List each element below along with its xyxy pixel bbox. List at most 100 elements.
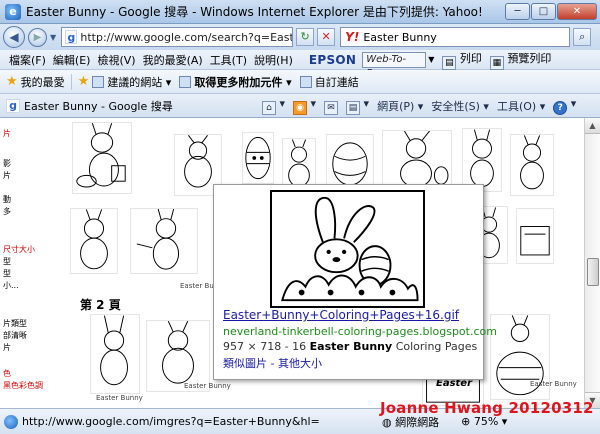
web-to-page-select[interactable]: Web-To-Page [362, 51, 427, 79]
menu-tools[interactable]: 工具(T) [210, 52, 247, 68]
preview-size: 957 × 718 - 16 [223, 340, 307, 353]
left-filter-item[interactable]: 型 [3, 268, 11, 279]
result-thumbnail[interactable] [516, 208, 554, 264]
page-menu[interactable]: 網頁(P) ▾ [377, 98, 423, 114]
back-button[interactable]: ◀ [3, 26, 25, 48]
left-filter-item[interactable]: 多 [3, 206, 11, 217]
more-addons-link[interactable]: 取得更多附加元件 ▾ [179, 74, 292, 90]
active-tab[interactable]: Easter Bunny - Google 搜尋 [24, 98, 254, 114]
tools-menu-label: 工具(O) [496, 99, 537, 113]
favorites-button[interactable]: 我的最愛 [21, 74, 65, 90]
result-thumbnail[interactable] [70, 208, 118, 274]
favorites-bar: ★ 我的最愛 ★ 建議的網站 ▾ 取得更多附加元件 ▾ 自訂連結 [0, 70, 600, 94]
print-button[interactable]: ▤ 列印 [442, 50, 482, 70]
left-filter-column: 片影片動多尺寸大小型型小... 片類型 部清晰片色黑色彩色調 [0, 118, 43, 408]
page-2-label: 第 2 頁 [80, 298, 121, 312]
left-filter-item[interactable]: 片 [3, 342, 11, 353]
mail-icon: ✉ [324, 100, 339, 115]
window-controls: ─ □ ✕ [504, 3, 597, 20]
result-thumbnail[interactable] [130, 208, 198, 274]
left-filter-item[interactable]: 片 [3, 170, 11, 181]
mail-button[interactable]: ✉ [324, 97, 339, 115]
left-filter-item[interactable]: 部清晰 [3, 330, 27, 341]
menu-edit[interactable]: 編輯(E) [53, 52, 91, 68]
print-label: 列印 [459, 51, 482, 65]
image-preview-popup[interactable]: Easter+Bunny+Coloring+Pages+16.gif never… [213, 184, 497, 380]
left-filter-item[interactable]: 動 [3, 194, 11, 205]
browser-window: e Easter Bunny - Google 搜尋 - Windows Int… [0, 0, 600, 434]
close-button[interactable]: ✕ [557, 3, 597, 20]
vertical-scrollbar[interactable]: ▲ ▼ [584, 118, 600, 408]
menu-bar: 檔案(F) 編輯(E) 檢視(V) 我的最愛(A) 工具(T) 說明(H) EP… [0, 50, 600, 79]
left-filter-item[interactable]: 片 [3, 128, 11, 139]
feeds-button[interactable]: ◉ ▾ [293, 97, 316, 115]
address-url[interactable]: http://www.google.com/search?q=Easter+Bu [80, 31, 292, 44]
page-menu-label: 網頁(P) [377, 99, 415, 113]
preview-description: 957 × 718 - 16 Easter Bunny Coloring Pag… [223, 340, 477, 353]
help-button[interactable]: ? ▾ [553, 97, 576, 115]
scroll-up-icon[interactable]: ▲ [585, 118, 600, 134]
preview-keyword: Easter Bunny [309, 340, 393, 353]
left-filter-item[interactable]: 小... [3, 280, 19, 291]
menu-file[interactable]: 檔案(F) [9, 52, 46, 68]
print-preview-button[interactable]: ▦ 預覽列印 [489, 50, 552, 70]
preview-image[interactable] [270, 190, 425, 308]
preview-source-site[interactable]: neverland-tinkerbell-coloring-pages.blog… [223, 325, 497, 338]
watermark-text: Joanne Hwang 20120312 [380, 399, 594, 417]
address-field[interactable]: g http://www.google.com/search?q=Easter+… [61, 27, 294, 47]
search-button[interactable]: ⌕ [573, 28, 592, 46]
link-separator: - [267, 357, 278, 370]
printer-icon: ▤ [346, 100, 361, 115]
result-thumbnail[interactable] [510, 134, 554, 196]
maximize-button[interactable]: □ [531, 3, 556, 20]
left-filter-item[interactable]: 尺寸大小 [3, 244, 35, 255]
left-filter-item[interactable]: 黑色彩色調 [3, 380, 43, 391]
forward-button[interactable]: ▶ [28, 27, 47, 47]
result-thumbnail[interactable] [462, 128, 502, 192]
thumbnail-caption: Easter Bunny [530, 380, 577, 388]
add-favorite-icon[interactable]: ★ [78, 74, 90, 89]
favorites-star-icon: ★ [6, 74, 18, 89]
ie-app-icon: e [5, 3, 21, 20]
refresh-button[interactable]: ↻ [296, 28, 315, 46]
print-cmd-button[interactable]: ▤ ▾ [346, 97, 369, 115]
address-toolbar: ◀ ▶ ▼ g http://www.google.com/search?q=E… [0, 24, 600, 50]
similar-images-link[interactable]: 類似圖片 [223, 357, 267, 370]
result-thumbnail[interactable] [282, 138, 316, 190]
safety-menu[interactable]: 安全性(S) ▾ [431, 98, 489, 114]
preview-title-link[interactable]: Easter+Bunny+Coloring+Pages+16.gif [223, 308, 459, 322]
result-thumbnail[interactable] [242, 132, 274, 184]
menu-favorites[interactable]: 我的最愛(A) [143, 52, 203, 68]
search-input[interactable]: Easter Bunny [363, 31, 437, 44]
left-filter-item[interactable]: 色 [3, 368, 11, 379]
separator [70, 73, 72, 90]
custom-links-link[interactable]: 自訂連結 [299, 74, 359, 90]
home-icon: ⌂ [262, 100, 276, 115]
title-bar: e Easter Bunny - Google 搜尋 - Windows Int… [0, 0, 600, 24]
print-preview-label: 預覽列印 [507, 51, 552, 65]
minimize-button[interactable]: ─ [505, 3, 530, 20]
result-thumbnail[interactable] [72, 122, 132, 194]
recent-pages-dropdown-icon[interactable]: ▼ [50, 33, 56, 42]
other-sizes-link[interactable]: 其他大小 [278, 357, 322, 370]
menu-view[interactable]: 檢視(V) [97, 52, 135, 68]
result-thumbnail[interactable] [326, 134, 374, 190]
suggested-sites-link[interactable]: 建議的網站 ▾ [92, 74, 171, 90]
preview-desc-suffix: Coloring Pages [395, 340, 478, 353]
home-button[interactable]: ⌂ ▾ [262, 97, 285, 115]
left-filter-item[interactable]: 片類型 [3, 318, 27, 329]
google-favicon-icon: g [65, 30, 78, 44]
rss-icon: ◉ [293, 100, 308, 115]
left-filter-item[interactable]: 影 [3, 158, 11, 169]
result-thumbnail[interactable] [382, 130, 452, 192]
stop-button[interactable]: ✕ [317, 28, 336, 46]
internet-zone-label: 網際網路 [395, 415, 440, 429]
web-to-page-dropdown-icon[interactable]: ▼ [428, 55, 434, 64]
scroll-thumb[interactable] [587, 258, 599, 286]
menu-help[interactable]: 說明(H) [254, 52, 293, 68]
print-icon: ▤ [442, 55, 457, 70]
search-box[interactable]: Y! Easter Bunny [340, 27, 571, 47]
tools-menu[interactable]: 工具(O) ▾ [497, 98, 545, 114]
left-filter-item[interactable]: 型 [3, 256, 11, 267]
result-thumbnail[interactable] [90, 314, 140, 394]
